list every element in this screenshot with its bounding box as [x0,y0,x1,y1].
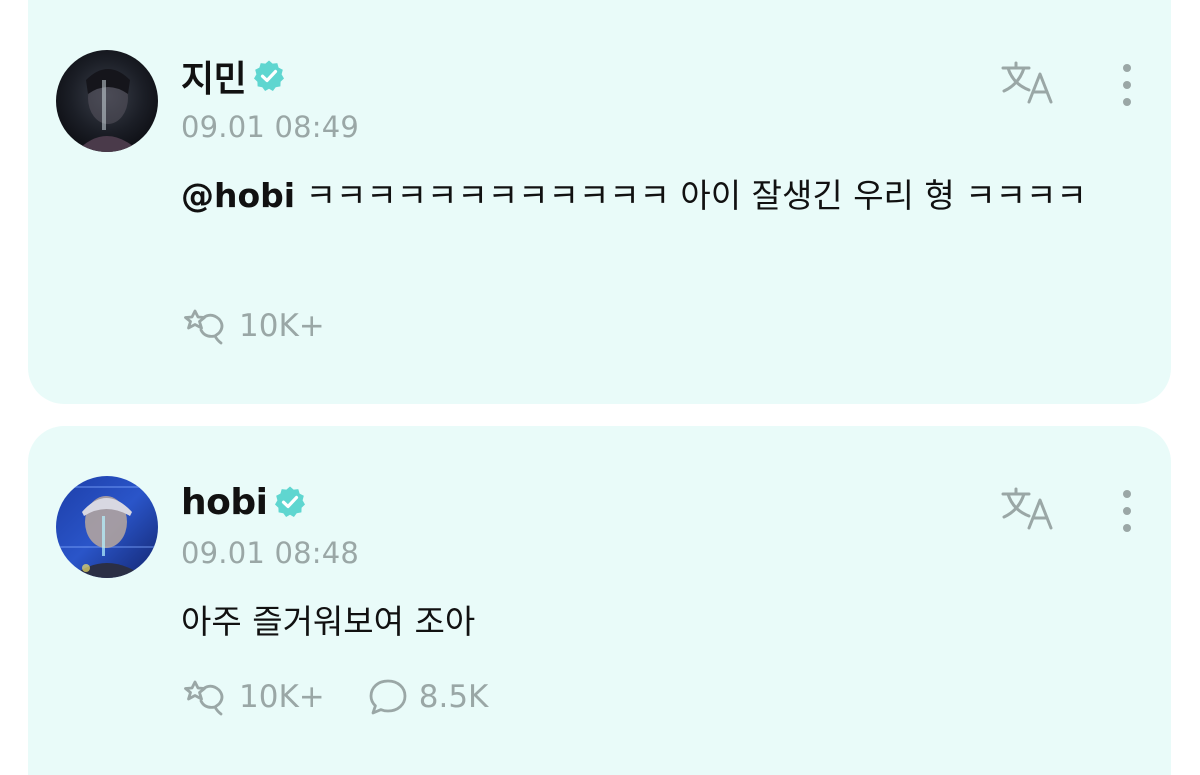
like-button[interactable]: 10K+ [181,677,325,717]
author-name[interactable]: hobi [181,482,268,523]
like-icon [184,309,224,345]
like-count: 10K+ [239,679,325,715]
translate-icon[interactable] [999,484,1059,534]
post-body: @hobi ㅋㅋㅋㅋㅋㅋㅋㅋㅋㅋㅋㅋ 아이 잘생긴 우리 형 ㅋㅋㅋㅋ [181,168,1131,224]
verified-badge-icon [275,486,306,517]
mention-link[interactable]: @hobi [181,176,295,215]
post-stats: 10K+ [181,303,367,349]
post-timestamp: 09.01 08:49 [181,110,360,144]
translate-icon[interactable] [999,58,1059,108]
post-stats: 10K+ 8.5K [181,674,530,720]
comment-count: 8.5K [418,679,489,715]
more-options-icon[interactable] [1117,486,1137,536]
post-timestamp: 09.01 08:48 [181,536,360,570]
like-icon [184,680,224,716]
post-card-jimin[interactable]: 지민 09.01 08:49 @hobi ㅋㅋㅋㅋㅋㅋㅋㅋㅋㅋㅋㅋ 아이 잘생긴… [28,0,1171,404]
verified-badge-icon [254,60,285,91]
author-name[interactable]: 지민 [181,50,247,102]
post-text: 아주 즐거워보여 조아 [181,602,476,641]
avatar[interactable] [56,50,158,152]
post-body: 아주 즐거워보여 조아 [181,594,1131,650]
post-card-hobi[interactable]: hobi 09.01 08:48 아주 즐거워보여 조아 10K+ 8.5K [28,426,1171,775]
comment-button[interactable]: 8.5K [367,677,489,717]
comment-bubble-icon [369,679,407,715]
like-count: 10K+ [239,308,325,344]
more-options-icon[interactable] [1117,60,1137,110]
avatar[interactable] [56,476,158,578]
post-text: ㅋㅋㅋㅋㅋㅋㅋㅋㅋㅋㅋㅋ 아이 잘생긴 우리 형 ㅋㅋㅋㅋ [295,176,1087,215]
like-button[interactable]: 10K+ [181,306,325,346]
